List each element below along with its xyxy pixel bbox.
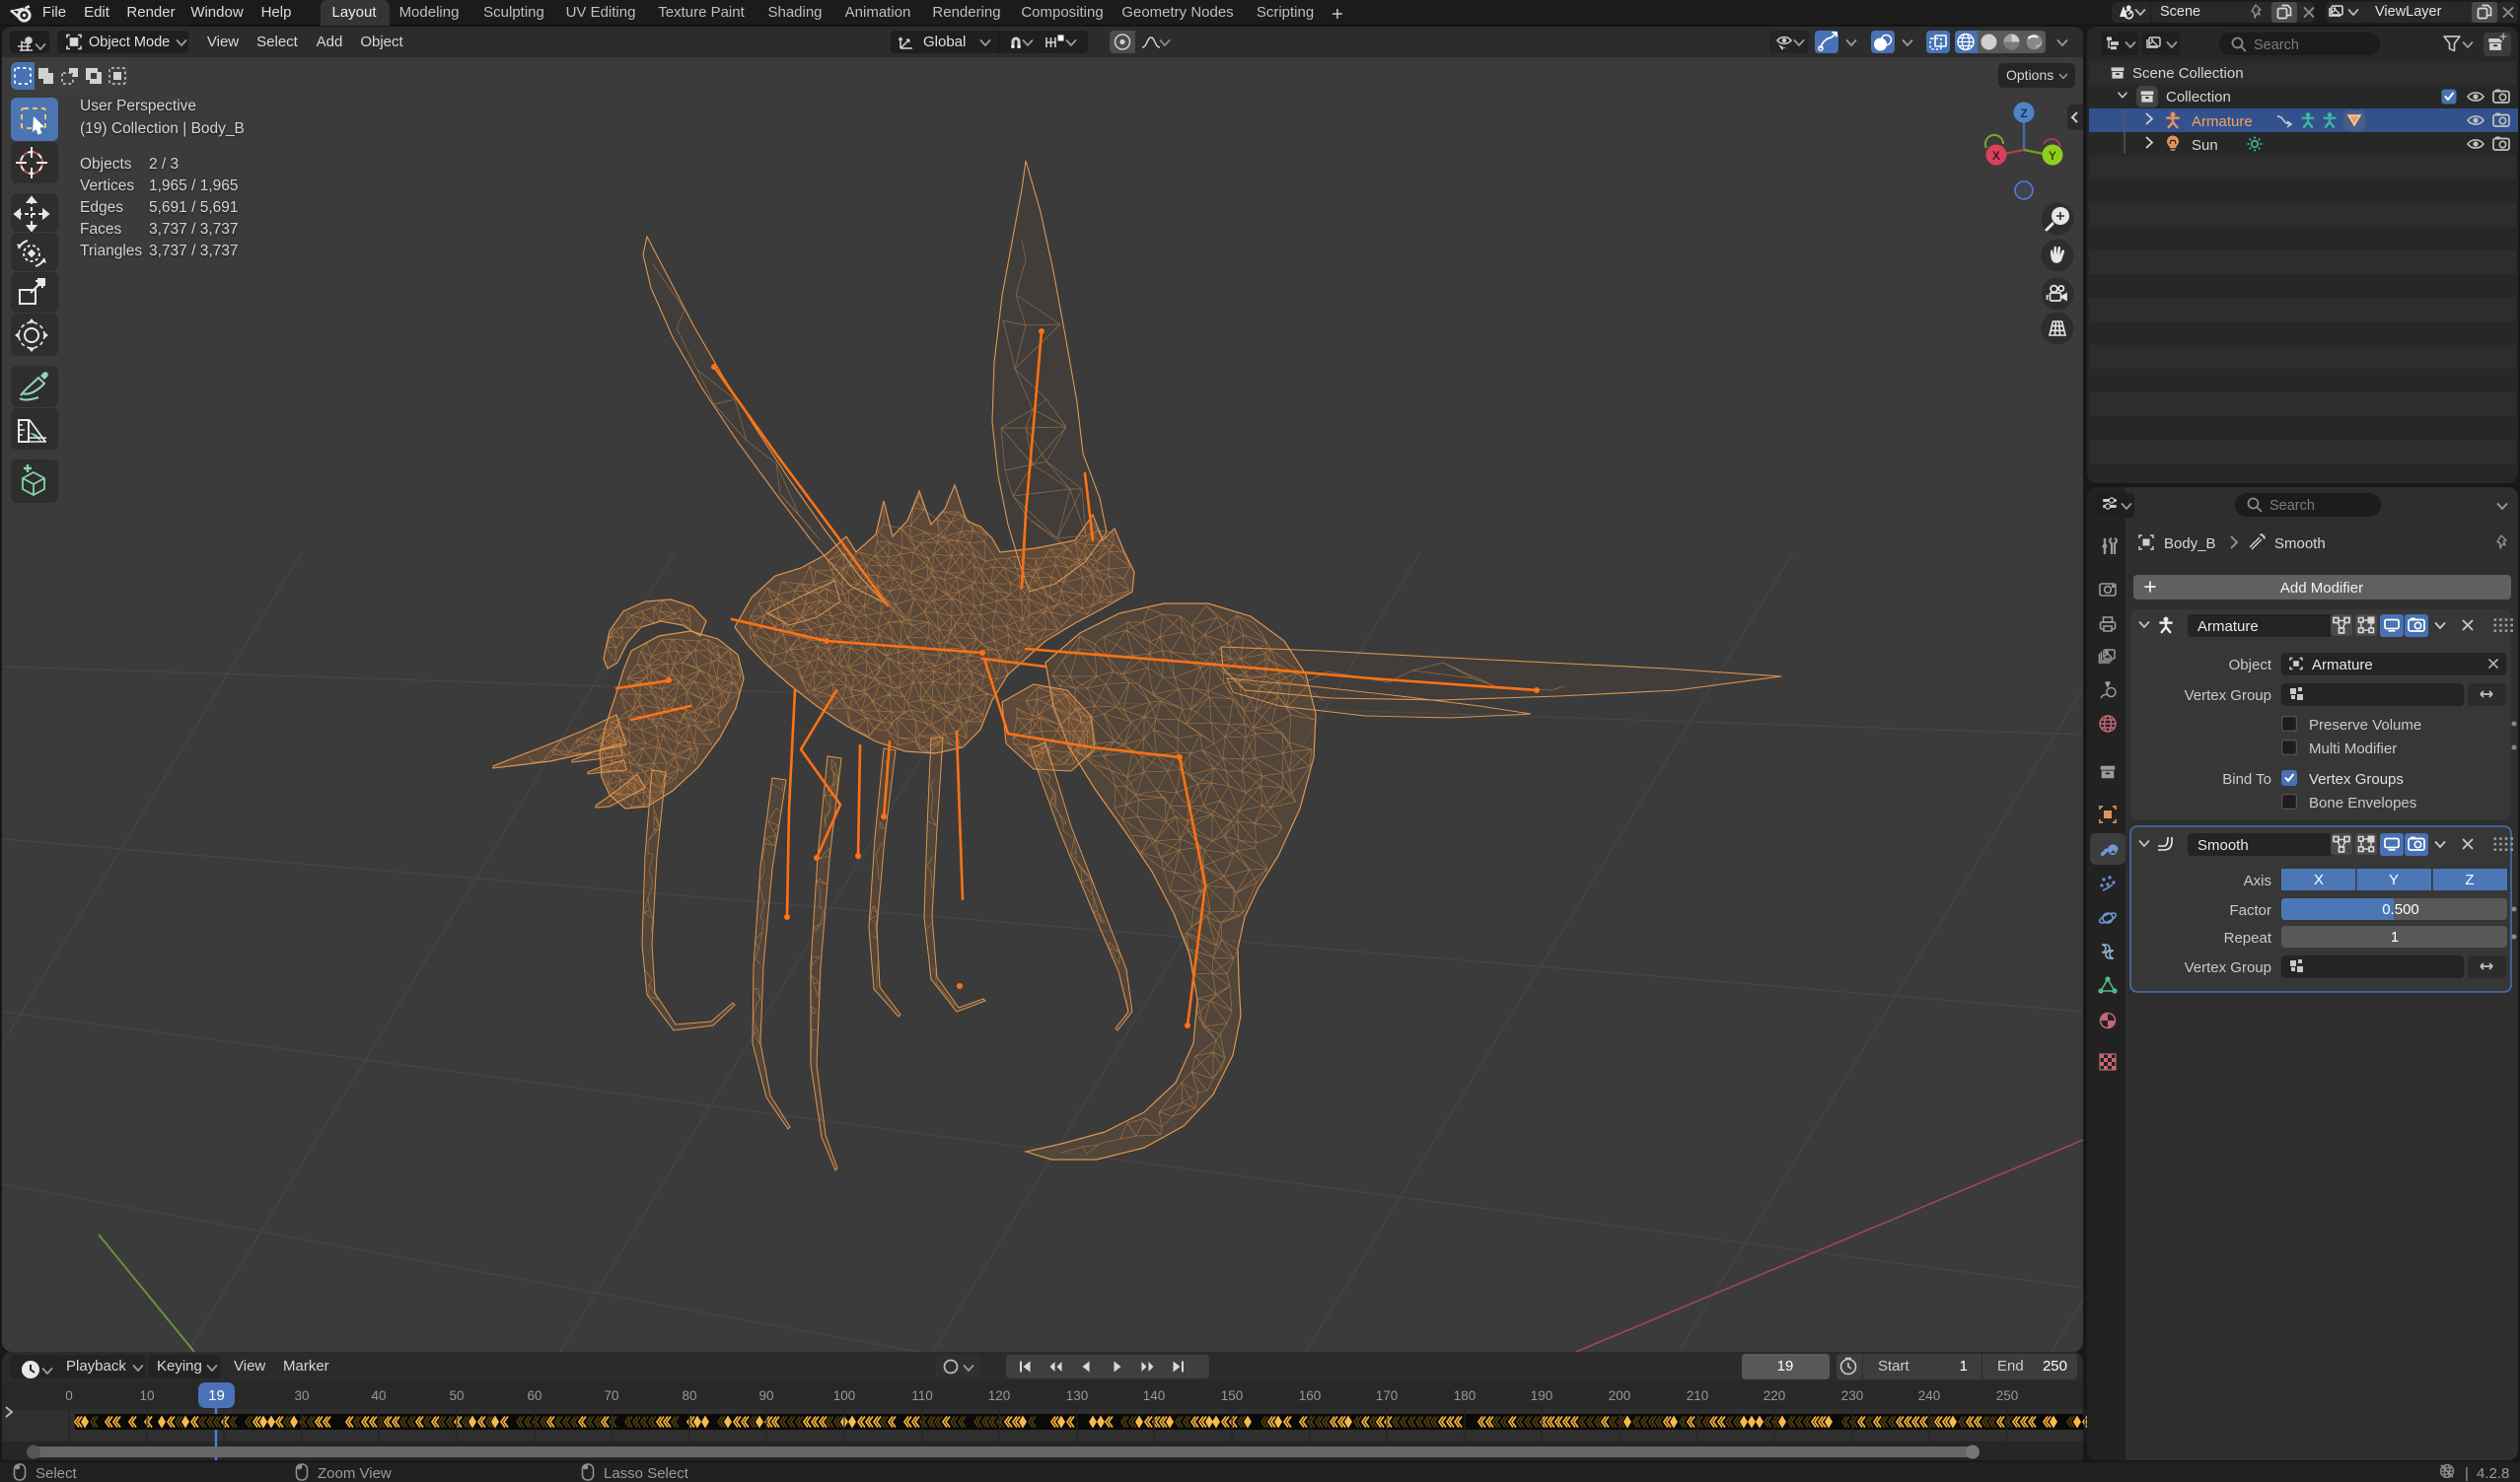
svg-text:4.2.8: 4.2.8: [2477, 1465, 2509, 1482]
svg-text:Zoom View: Zoom View: [318, 1465, 392, 1482]
svg-text:|: |: [2465, 1465, 2469, 1482]
svg-text:Lasso Select: Lasso Select: [604, 1465, 689, 1482]
svg-text:Select: Select: [36, 1465, 78, 1482]
